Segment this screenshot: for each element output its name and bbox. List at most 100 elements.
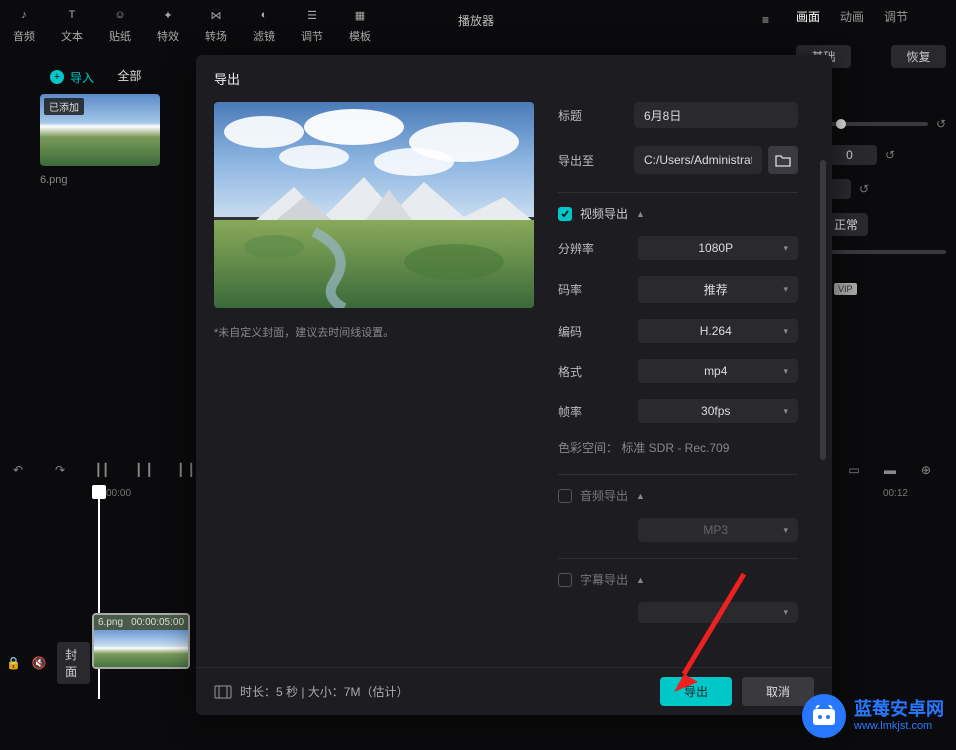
clip-thumbnail: [94, 630, 188, 669]
media-thumbnail[interactable]: 已添加: [40, 94, 160, 166]
toolbar-text[interactable]: T文本: [48, 4, 96, 44]
filter-icon: ◐: [253, 4, 275, 26]
collapse-icon: ▲: [636, 209, 645, 219]
audio-export-section[interactable]: 音频导出 ▲: [558, 487, 798, 504]
player-panel-header: 播放器 ≡: [446, 0, 781, 40]
template-icon: ▦: [349, 4, 371, 26]
chevron-down-icon: ▾: [783, 326, 788, 337]
toolbar-filter[interactable]: ◐滤镜: [240, 4, 288, 44]
bitrate-label: 码率: [558, 281, 618, 298]
collapse-icon: ▲: [636, 575, 645, 585]
fx-icon: ✦: [157, 4, 179, 26]
title-label: 标题: [558, 107, 634, 124]
audio-section-label: 音频导出: [580, 487, 628, 504]
export-dialog: 导出: [196, 55, 832, 715]
folder-icon: [775, 153, 791, 167]
video-export-section[interactable]: 视频导出 ▲: [558, 205, 798, 222]
adjust-icon: ☰: [301, 4, 323, 26]
subtitle-section-label: 字幕导出: [580, 571, 628, 588]
toolbar-audio[interactable]: ♪音频: [0, 4, 48, 44]
player-menu-icon[interactable]: ≡: [762, 13, 769, 27]
clip-name: 6.png: [98, 617, 123, 628]
modal-scrollbar[interactable]: [820, 160, 826, 460]
undo-icon[interactable]: ↶: [6, 458, 30, 482]
audio-icon: ♪: [13, 4, 35, 26]
cancel-button[interactable]: 取消: [742, 677, 814, 706]
tab-animation[interactable]: 动画: [840, 8, 864, 25]
cover-button[interactable]: 封面: [57, 642, 90, 684]
split3-icon[interactable]: ┃ ┃: [174, 458, 198, 482]
reset-icon[interactable]: ↺: [885, 148, 895, 162]
chevron-down-icon: ▾: [783, 525, 788, 536]
thumb-added-tag: 已添加: [44, 98, 84, 115]
import-button[interactable]: + 导入: [50, 69, 94, 86]
toolbar-sticker[interactable]: ☺贴纸: [96, 4, 144, 44]
toolbar-transition[interactable]: ⋈转场: [192, 4, 240, 44]
audio-checkbox-icon: [558, 489, 572, 503]
vip-badge: VIP: [834, 283, 857, 295]
time-start: 00:00: [106, 488, 131, 499]
btn-reset[interactable]: 恢复: [891, 45, 946, 68]
reset-icon[interactable]: ↺: [936, 117, 946, 131]
toolbar-adjust[interactable]: ☰调节: [288, 4, 336, 44]
tab-all[interactable]: 全部: [117, 67, 141, 84]
time-marker: 00:12: [883, 488, 908, 499]
audio-format-dropdown: MP3▾: [638, 518, 798, 542]
playhead-icon[interactable]: [92, 485, 106, 499]
resolution-dropdown[interactable]: 1080P▾: [638, 236, 798, 260]
chevron-down-icon: ▾: [783, 607, 788, 618]
tab-adjust[interactable]: 调节: [884, 8, 908, 25]
lock-icon[interactable]: 🔒: [6, 652, 22, 674]
split2-icon[interactable]: ┃ ┃: [132, 458, 156, 482]
toolbar-template[interactable]: ▦模板: [336, 4, 384, 44]
subtitle-format-dropdown: ▾: [638, 602, 798, 623]
split-icon[interactable]: ┃┃: [90, 458, 114, 482]
preview-image: [214, 102, 534, 308]
format-dropdown[interactable]: mp4▾: [638, 359, 798, 383]
chevron-down-icon: ▾: [783, 284, 788, 295]
codec-label: 编码: [558, 323, 618, 340]
title-input[interactable]: [634, 102, 798, 128]
player-title: 播放器: [458, 12, 494, 29]
subtitle-export-section[interactable]: 字幕导出 ▲: [558, 571, 798, 588]
subtitle-checkbox-icon: [558, 573, 572, 587]
sticker-icon: ☺: [109, 4, 131, 26]
video-section-label: 视频导出: [580, 205, 628, 222]
export-button[interactable]: 导出: [660, 677, 732, 706]
tab-picture[interactable]: 画面: [796, 8, 820, 25]
browse-button[interactable]: [768, 146, 798, 174]
chevron-down-icon: ▾: [783, 406, 788, 417]
playhead-line: [98, 499, 100, 699]
tool3-icon[interactable]: ⊕: [914, 458, 938, 482]
text-icon: T: [61, 4, 83, 26]
dialog-title: 导出: [196, 55, 832, 102]
redo-icon[interactable]: ↷: [48, 458, 72, 482]
reset-icon[interactable]: ↺: [859, 182, 869, 196]
film-icon: [214, 685, 232, 699]
path-label: 导出至: [558, 152, 634, 169]
export-preview: [214, 102, 534, 308]
path-input[interactable]: [634, 146, 762, 174]
preview-note: *未自定义封面，建议去时间线设置。: [214, 324, 534, 340]
codec-dropdown[interactable]: H.264▾: [638, 319, 798, 343]
transition-icon: ⋈: [205, 4, 227, 26]
colorspace-info: 色彩空间： 标准 SDR - Rec.709: [558, 439, 798, 456]
clip-duration: 00:00:05:00: [131, 617, 184, 628]
video-checkbox-icon: [558, 207, 572, 221]
fps-label: 帧率: [558, 403, 618, 420]
resolution-label: 分辨率: [558, 240, 618, 257]
timeline-clip[interactable]: 6.png 00:00:05:00: [92, 613, 190, 669]
tool2-icon[interactable]: ▬: [878, 458, 902, 482]
chevron-down-icon: ▾: [783, 243, 788, 254]
mute-icon[interactable]: 🔇: [32, 652, 48, 674]
toolbar-fx[interactable]: ✦特效: [144, 4, 192, 44]
plus-icon: +: [50, 70, 64, 84]
collapse-icon: ▲: [636, 491, 645, 501]
footer-info: 时长：5 秒 | 大小：7M（估计）: [240, 683, 408, 700]
bitrate-dropdown[interactable]: 推荐▾: [638, 276, 798, 303]
format-label: 格式: [558, 363, 618, 380]
chevron-down-icon: ▾: [783, 366, 788, 377]
fps-dropdown[interactable]: 30fps▾: [638, 399, 798, 423]
import-label: 导入: [70, 69, 94, 86]
tool-icon[interactable]: ▭: [842, 458, 866, 482]
